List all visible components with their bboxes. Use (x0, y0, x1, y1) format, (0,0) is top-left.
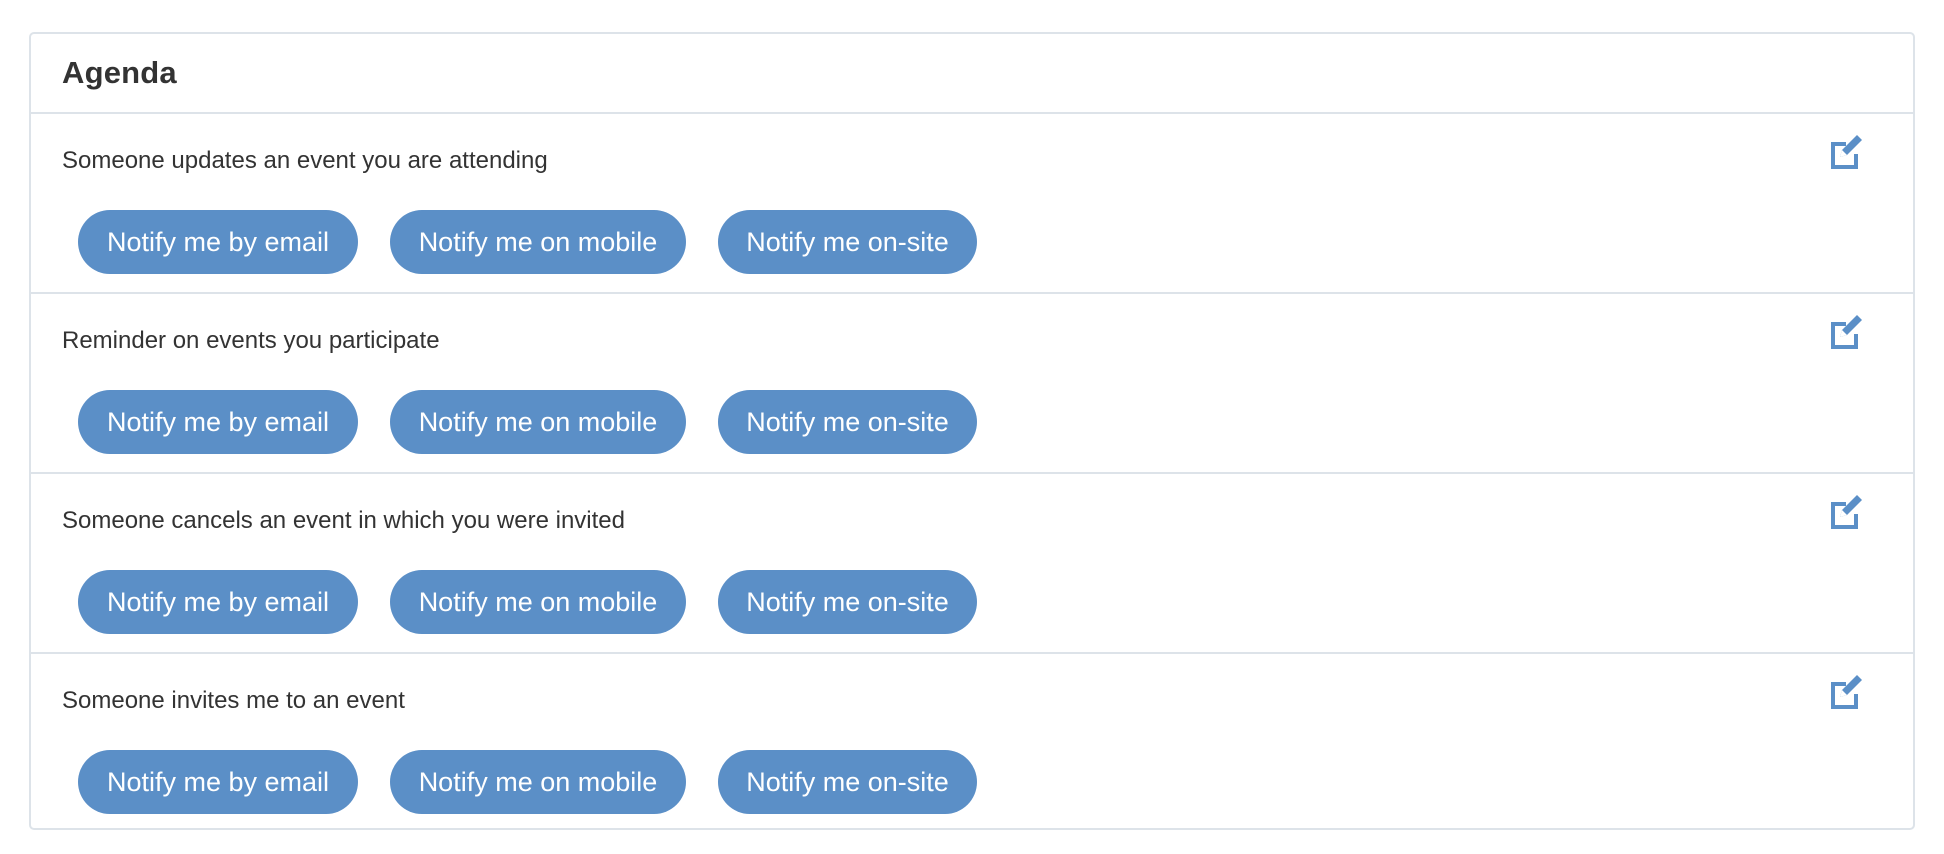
notify-email-button[interactable]: Notify me by email (78, 210, 358, 274)
list-item: Reminder on events you participate Notif… (31, 294, 1913, 474)
notify-button-group: Notify me by email Notify me on mobile N… (78, 750, 977, 814)
notify-mobile-button[interactable]: Notify me on mobile (390, 750, 686, 814)
notify-email-button[interactable]: Notify me by email (78, 750, 358, 814)
edit-button[interactable] (1824, 670, 1866, 712)
notify-email-button[interactable]: Notify me by email (78, 390, 358, 454)
edit-button[interactable] (1824, 130, 1866, 172)
setting-label: Someone invites me to an event (62, 687, 405, 714)
setting-label: Someone cancels an event in which you we… (62, 507, 625, 534)
panel-header: Agenda (31, 34, 1913, 114)
list-item: Someone updates an event you are attendi… (31, 114, 1913, 294)
notify-mobile-button[interactable]: Notify me on mobile (390, 210, 686, 274)
notify-onsite-button[interactable]: Notify me on-site (718, 390, 977, 454)
setting-label: Someone updates an event you are attendi… (62, 147, 548, 174)
notify-button-group: Notify me by email Notify me on mobile N… (78, 570, 977, 634)
edit-icon (1831, 315, 1862, 349)
notify-mobile-button[interactable]: Notify me on mobile (390, 390, 686, 454)
edit-button[interactable] (1824, 490, 1866, 532)
edit-button[interactable] (1824, 310, 1866, 352)
setting-label: Reminder on events you participate (62, 327, 440, 354)
edit-icon (1831, 495, 1862, 529)
agenda-panel: Agenda Someone updates an event you are … (29, 32, 1915, 830)
edit-icon (1831, 135, 1862, 169)
notify-onsite-button[interactable]: Notify me on-site (718, 210, 977, 274)
list-item: Someone cancels an event in which you we… (31, 474, 1913, 654)
notify-email-button[interactable]: Notify me by email (78, 570, 358, 634)
list-item: Someone invites me to an event Notify me… (31, 654, 1913, 832)
edit-icon (1831, 675, 1862, 709)
notification-settings-list: Someone updates an event you are attendi… (31, 114, 1913, 832)
notify-button-group: Notify me by email Notify me on mobile N… (78, 390, 977, 454)
notify-button-group: Notify me by email Notify me on mobile N… (78, 210, 977, 274)
notify-mobile-button[interactable]: Notify me on mobile (390, 570, 686, 634)
notify-onsite-button[interactable]: Notify me on-site (718, 750, 977, 814)
panel-title: Agenda (62, 55, 177, 90)
notify-onsite-button[interactable]: Notify me on-site (718, 570, 977, 634)
